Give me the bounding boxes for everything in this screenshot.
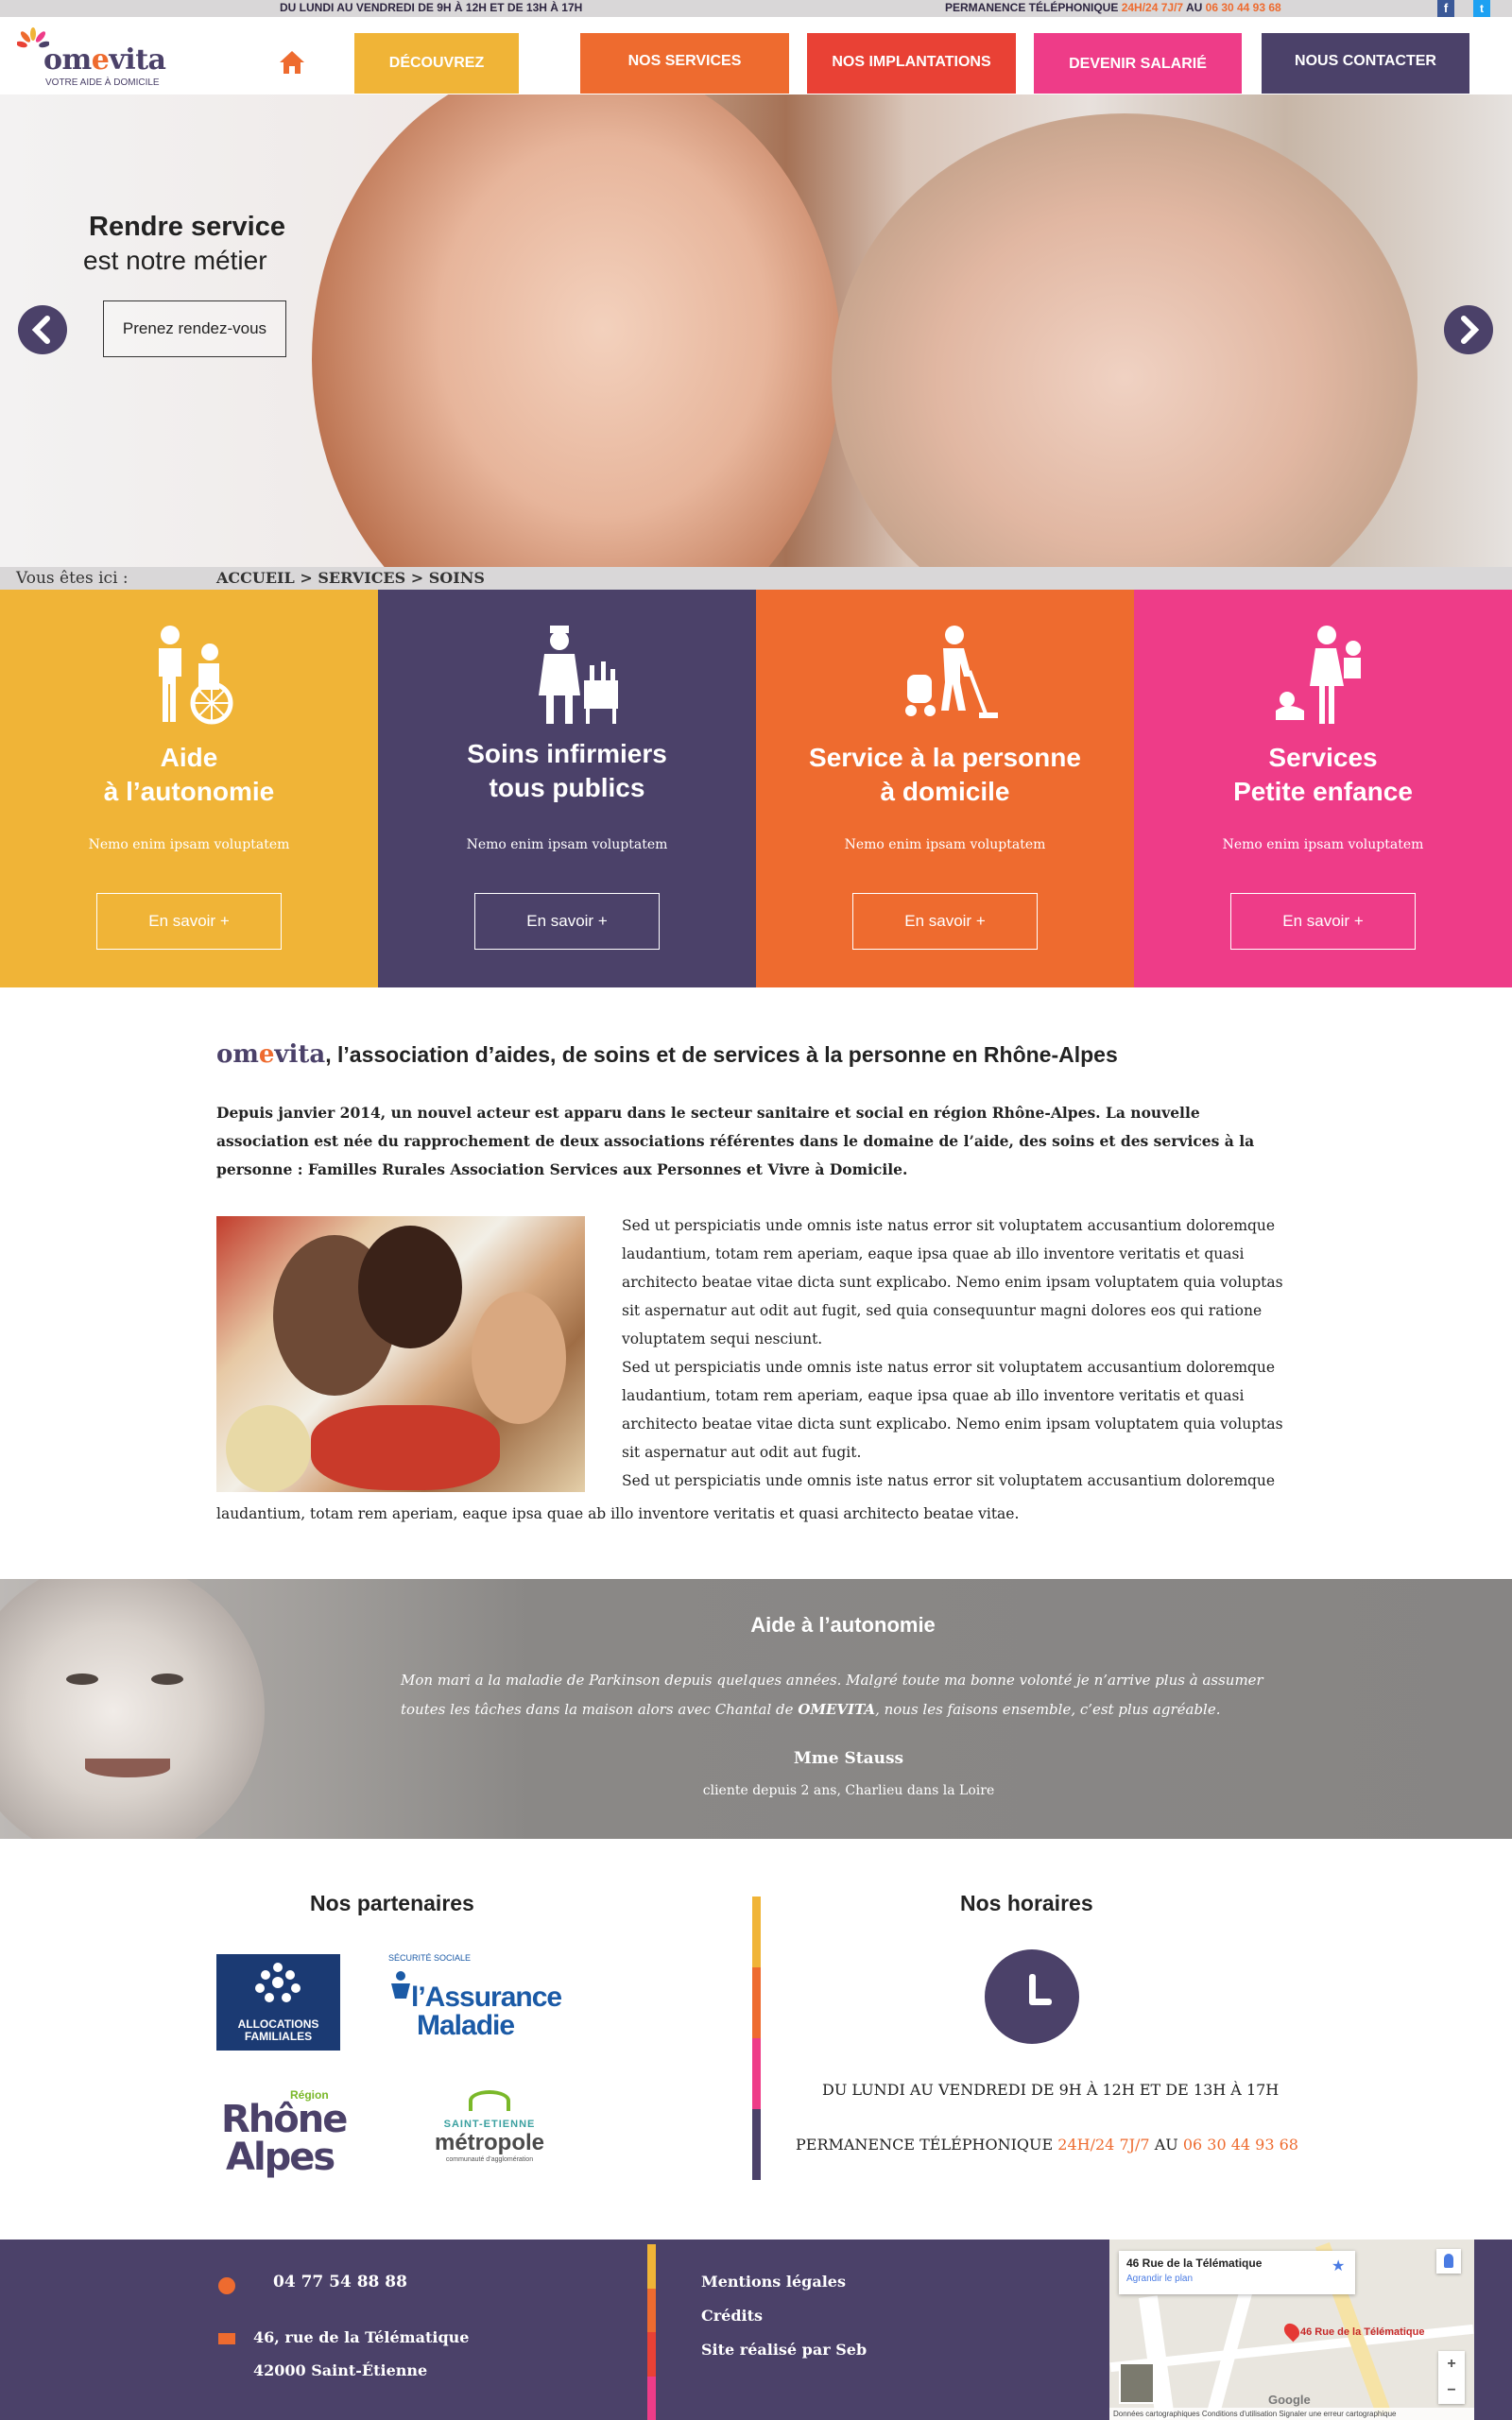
logo-wordmark: omevita	[43, 43, 166, 77]
logo-tagline: VOTRE AIDE À DOMICILE	[45, 77, 160, 88]
service-title: Aide à l’autonomie	[103, 743, 275, 806]
service-title: Services Petite enfance	[1233, 743, 1413, 806]
family-tree-icon	[255, 1963, 301, 2002]
rhone-alpes-logo[interactable]: Région Rhône Alpes	[216, 2088, 348, 2179]
childcare-icon	[1276, 626, 1361, 724]
partners-title: Nos partenaires	[310, 1891, 474, 1915]
clock-icon	[985, 1949, 1079, 2044]
service-more-button[interactable]: En savoir +	[852, 893, 1038, 950]
star-icon[interactable]: ★	[1332, 2257, 1345, 2274]
phone-icon	[218, 2277, 235, 2294]
map-info-card: 46 Rue de la Télématique Agrandir le pla…	[1119, 2251, 1355, 2294]
nav-nos-services[interactable]: NOS SERVICES	[580, 33, 789, 94]
home-icon[interactable]	[278, 49, 306, 76]
intro-paragraph: laudantium, totam rem aperiam, eaque ips…	[216, 1505, 1020, 1522]
cleaning-icon	[905, 626, 998, 718]
nav-nous-contacter[interactable]: NOUS CONTACTER	[1262, 33, 1469, 94]
testimonial-since: cliente depuis 2 ans, Charlieu dans la L…	[702, 1783, 995, 1798]
site-header: omevita VOTRE AIDE À DOMICILE DÉCOUVREZ …	[0, 17, 1512, 131]
map-footer[interactable]: Données cartographiques Conditions d'uti…	[1109, 2408, 1474, 2420]
color-divider	[752, 1897, 761, 2180]
service-card-soins-infirmiers[interactable]: Soins infirmiers tous publics Nemo enim i…	[378, 590, 756, 987]
hours-title: Nos horaires	[960, 1891, 1093, 1915]
footer-address-line2: 42000 Saint-Étienne	[253, 2361, 428, 2379]
leaf-icon	[469, 2090, 510, 2111]
enlarge-map-link[interactable]: Agrandir le plan	[1126, 2274, 1193, 2284]
footer-phone[interactable]: 04 77 54 88 88	[273, 2273, 407, 2291]
service-more-button[interactable]: En savoir +	[1230, 893, 1416, 950]
breadcrumb-path[interactable]: ACCUEIL > SERVICES > SOINS	[216, 569, 485, 587]
service-card-aide-autonomie[interactable]: Aide à l’autonomie Nemo enim ipsam volupt…	[0, 590, 378, 987]
testimonial-section: Aide à l’autonomie Mon mari a la maladie…	[0, 1579, 1512, 1839]
footer-address-line1: 46, rue de la Télématique	[253, 2328, 470, 2346]
link-site-realise-par[interactable]: Site réalisé par Seb	[701, 2341, 867, 2359]
google-map[interactable]: 46 Rue de la Télématique Agrandir le pla…	[1109, 2240, 1474, 2420]
zoom-out-button[interactable]: −	[1438, 2377, 1465, 2404]
assurance-maladie-logo[interactable]: SÉCURITÉ SOCIALE l’Assurance Maladie	[387, 1951, 590, 2046]
service-subtitle: Nemo enim ipsam voluptatem	[1222, 837, 1424, 852]
wheelchair-helper-icon	[159, 626, 233, 725]
breadcrumb-label: Vous êtes ici :	[16, 569, 129, 588]
intro-paragraph: Sed ut perspiciatis unde omnis iste natu…	[622, 1472, 1276, 1489]
caf-logo[interactable]: ALLOCATIONS FAMILIALES	[216, 1954, 340, 2051]
nav-nos-implantations[interactable]: NOS IMPLANTATIONS	[807, 33, 1016, 94]
top-bar-hours: DU LUNDI AU VENDREDI DE 9H À 12H ET DE 1…	[280, 1, 583, 14]
testimonial-title: Aide à l’autonomie	[750, 1613, 936, 1637]
twitter-icon[interactable]: t	[1473, 0, 1490, 17]
link-mentions-legales[interactable]: Mentions légales	[701, 2273, 846, 2291]
service-title: Soins infirmiers tous publics	[467, 739, 667, 802]
opening-hours: DU LUNDI AU VENDREDI DE 9H À 12H ET DE 1…	[822, 2081, 1280, 2099]
service-more-button[interactable]: En savoir +	[96, 893, 282, 950]
link-credits[interactable]: Crédits	[701, 2307, 763, 2325]
color-divider	[647, 2244, 656, 2420]
intro-brand: omevita	[216, 1040, 326, 1069]
hero-slider: Rendre service est notre métier Prenez r…	[0, 94, 1512, 567]
map-pin-label: 46 Rue de la Télématique	[1300, 2326, 1425, 2338]
google-logo: Google	[1268, 2393, 1311, 2407]
slider-next-button[interactable]	[1444, 305, 1493, 354]
top-bar: DU LUNDI AU VENDREDI DE 9H À 12H ET DE 1…	[0, 0, 1512, 17]
chevron-right-icon	[1461, 316, 1480, 344]
hero-title-line1: Rendre service	[89, 212, 285, 242]
street-view-pegman-icon[interactable]	[1436, 2249, 1461, 2274]
top-bar-phone: PERMANENCE TÉLÉPHONIQUE 24H/24 7J/7 AU 0…	[945, 1, 1281, 14]
service-subtitle: Nemo enim ipsam voluptatem	[844, 837, 1046, 852]
testimonial-author: Mme Stauss	[793, 1749, 904, 1768]
hero-photo-elderly-woman	[832, 113, 1418, 567]
map-pin-icon[interactable]	[1280, 2320, 1303, 2343]
satellite-toggle[interactable]	[1119, 2362, 1155, 2404]
intro-lead: Depuis janvier 2014, un nouvel acteur es…	[216, 1104, 1255, 1178]
childcare-photo	[216, 1216, 585, 1492]
envelope-icon	[218, 2333, 235, 2344]
service-subtitle: Nemo enim ipsam voluptatem	[466, 837, 668, 852]
service-subtitle: Nemo enim ipsam voluptatem	[88, 837, 290, 852]
nurse-icon	[539, 626, 618, 724]
nav-decouvrez-omevita[interactable]: DÉCOUVREZ OMEVITA	[354, 33, 519, 131]
intro-body: Sed ut perspiciatis unde omnis iste natu…	[622, 1211, 1295, 1495]
nav-devenir-salarie[interactable]: DEVENIR SALARIÉ	[1034, 33, 1242, 94]
slider-prev-button[interactable]	[18, 305, 67, 354]
testimonial-quote: Mon mari a la maladie de Parkinson depui…	[401, 1672, 1263, 1718]
service-more-button[interactable]: En savoir +	[474, 893, 660, 950]
omevita-logo[interactable]: omevita VOTRE AIDE À DOMICILE	[17, 25, 178, 88]
intro-title: omevita, l’association d’aides, de soins…	[216, 1040, 1118, 1069]
chevron-left-icon	[31, 316, 50, 344]
service-card-service-personne[interactable]: Service à la personne à domicile Nemo eni…	[756, 590, 1134, 987]
facebook-icon[interactable]: f	[1437, 0, 1454, 17]
hero-photo-young-woman	[312, 94, 841, 567]
intro-paragraph: Sed ut perspiciatis unde omnis iste natu…	[622, 1359, 1283, 1461]
saint-etienne-metropole-logo[interactable]: SAINT-ETIENNE métropole communauté d’agg…	[423, 2088, 556, 2164]
service-card-petite-enfance[interactable]: Services Petite enfance Nemo enim ipsam v…	[1134, 590, 1512, 987]
appointment-button[interactable]: Prenez rendez-vous	[103, 300, 286, 357]
breadcrumb: Vous êtes ici : ACCUEIL > SERVICES > SOI…	[0, 567, 1512, 590]
intro-paragraph: Sed ut perspiciatis unde omnis iste natu…	[622, 1217, 1283, 1347]
phone-permanence: PERMANENCE TÉLÉPHONIQUE 24H/24 7J/7 AU 0…	[796, 2136, 1298, 2154]
map-zoom-controls[interactable]: + −	[1438, 2351, 1465, 2404]
service-title: Service à la personne à domicile	[809, 743, 1081, 806]
hero-title-line2: est notre métier	[83, 246, 267, 275]
zoom-in-button[interactable]: +	[1438, 2351, 1465, 2377]
